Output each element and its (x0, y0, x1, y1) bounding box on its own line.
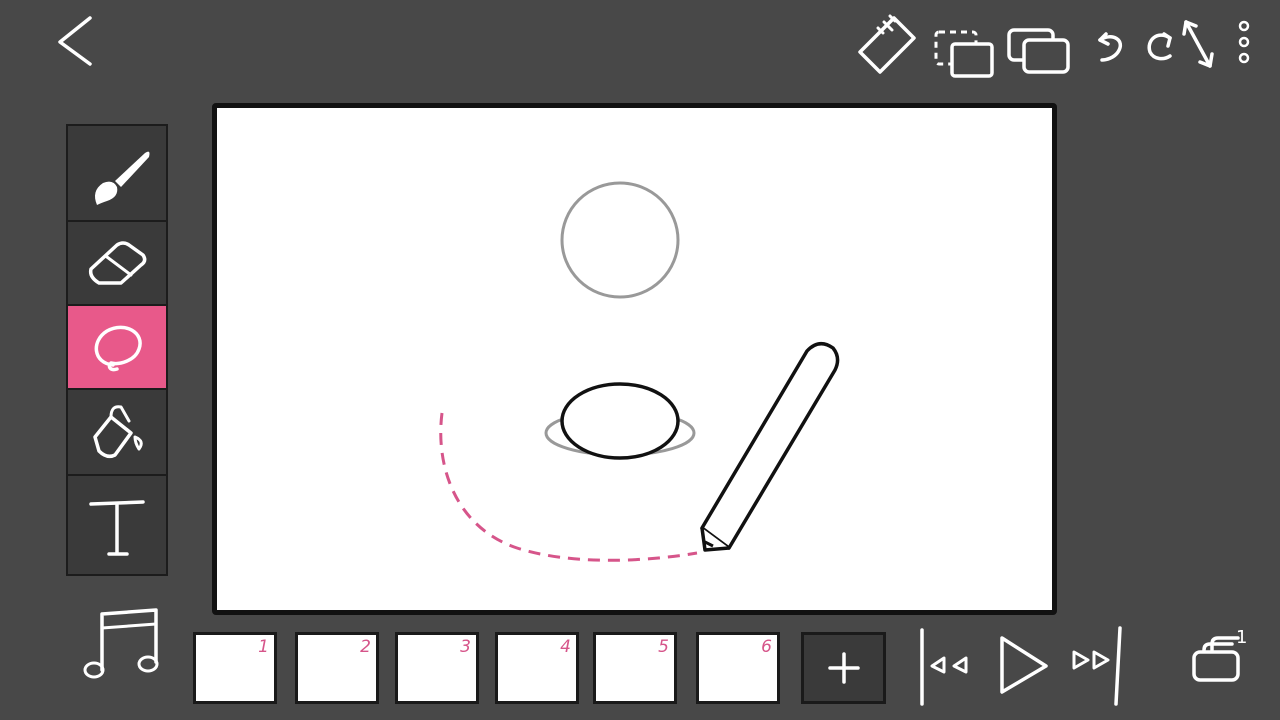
layer-count: 1 (1236, 627, 1248, 648)
tool-lasso[interactable] (68, 306, 166, 390)
frame-number: 6 (761, 637, 772, 657)
text-icon (89, 500, 145, 556)
tool-panel (66, 124, 168, 576)
back-icon (58, 16, 92, 66)
undo-icon (1098, 32, 1122, 62)
plus-icon (827, 652, 860, 684)
lasso-icon (94, 325, 142, 372)
ruler-button[interactable] (856, 14, 920, 78)
stylus-illustration (700, 341, 840, 552)
layers-button[interactable] (1006, 14, 1072, 78)
selection-copy-icon (934, 30, 994, 78)
music-button[interactable] (80, 604, 164, 684)
undo-button[interactable] (1090, 14, 1130, 78)
redo-icon (1147, 32, 1172, 61)
frame-thumb[interactable]: 6 (696, 632, 780, 704)
fill-bucket-icon (93, 405, 143, 459)
tool-fill[interactable] (68, 390, 166, 476)
frame-number: 2 (360, 637, 371, 657)
frame-thumb[interactable]: 5 (593, 632, 677, 704)
tool-brush[interactable] (68, 136, 166, 222)
frame-thumb[interactable]: 3 (395, 632, 479, 704)
frame-number: 5 (658, 637, 669, 657)
selection-copy-button[interactable] (932, 14, 998, 78)
ruler-icon (858, 14, 916, 74)
resize-button[interactable] (1178, 14, 1218, 78)
more-icon (1238, 20, 1250, 64)
brush-icon (95, 151, 150, 205)
canvas-drawing (439, 181, 840, 562)
frame-thumb[interactable]: 4 (495, 632, 579, 704)
layers-icon (1007, 28, 1070, 74)
frame-number: 3 (460, 637, 471, 657)
skip-to-end-button[interactable] (1066, 624, 1130, 708)
frame-number: 1 (258, 637, 269, 657)
frame-number: 4 (560, 637, 571, 657)
frame-thumb[interactable]: 1 (193, 632, 277, 704)
music-note-icon (83, 608, 159, 679)
resize-icon (1182, 20, 1214, 68)
skip-end-icon (1072, 626, 1122, 706)
play-icon (1000, 636, 1048, 694)
tool-text[interactable] (68, 476, 166, 574)
skip-start-icon (920, 628, 968, 706)
drawing-canvas[interactable] (212, 103, 1057, 615)
eraser-icon (88, 241, 147, 285)
redo-button[interactable] (1140, 14, 1180, 78)
frame-thumb[interactable]: 2 (295, 632, 379, 704)
play-button[interactable] (994, 632, 1054, 698)
skip-to-start-button[interactable] (916, 624, 980, 708)
back-button[interactable] (50, 14, 98, 70)
add-frame-button[interactable] (801, 632, 886, 704)
tool-eraser[interactable] (68, 222, 166, 306)
more-button[interactable] (1232, 14, 1256, 78)
